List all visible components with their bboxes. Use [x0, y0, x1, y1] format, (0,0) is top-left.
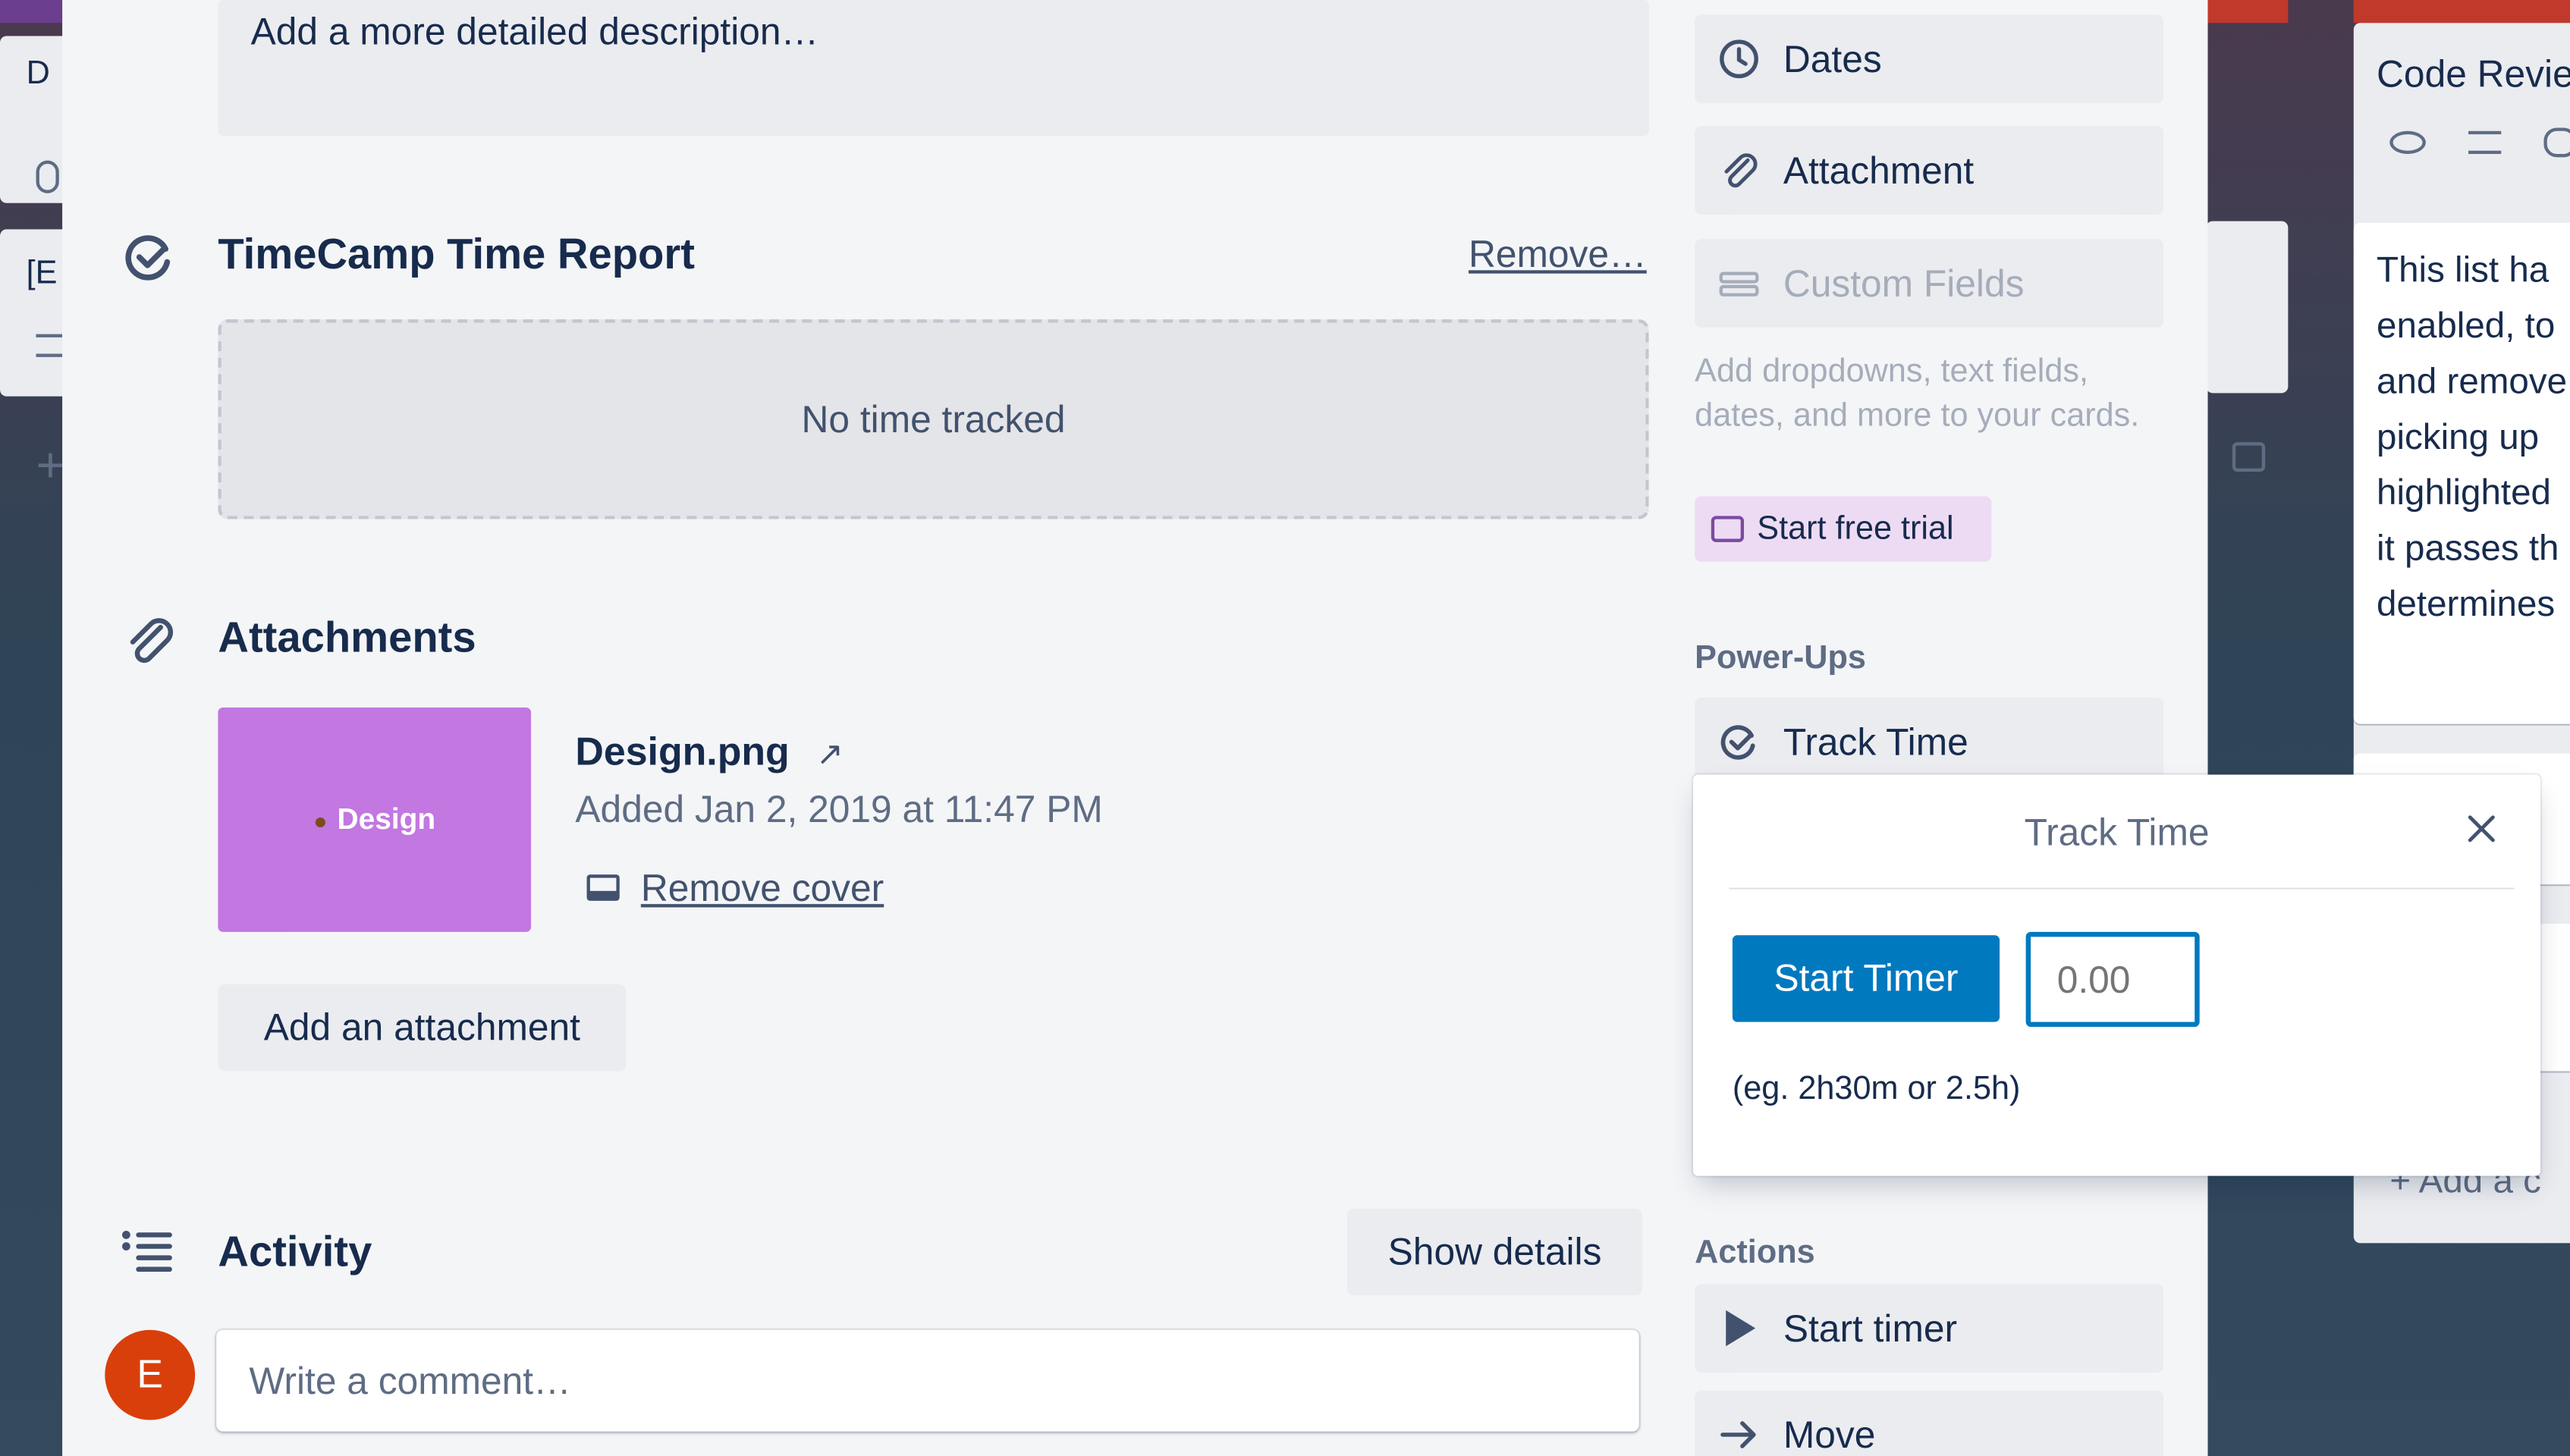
track-time-popover: Track Time Start Timer (eg. 2h30m or 2.5…: [1693, 774, 2541, 1176]
description-line: picking up: [2377, 416, 2540, 457]
list-description-text: This list ha enabled, to and remove pick…: [2377, 243, 2567, 632]
list-header-accent: [2206, 0, 2289, 24]
left-list-header-bar: [0, 0, 63, 24]
start-timer-action-label: Start timer: [1783, 1306, 1958, 1349]
comment-icon: [2543, 127, 2570, 158]
track-time-button[interactable]: Track Time: [1695, 698, 2164, 786]
start-free-trial-label: Start free trial: [1757, 510, 1954, 547]
custom-fields-button[interactable]: Custom Fields: [1695, 239, 2164, 328]
paperclip-icon: [130, 618, 174, 664]
timecamp-report-box: No time tracked: [218, 319, 1649, 519]
list-header-accent: [2353, 0, 2570, 24]
time-format-hint: (eg. 2h30m or 2.5h): [1732, 1071, 2021, 1107]
description-line: determines: [2377, 582, 2556, 624]
description-line: enabled, to: [2377, 304, 2556, 346]
right-board-card[interactable]: [2206, 221, 2289, 394]
paperclip-icon: [1717, 149, 1760, 192]
remove-cover-link[interactable]: Remove cover: [641, 866, 884, 910]
start-free-trial-button[interactable]: Start free trial: [1695, 496, 1992, 562]
add-attachment-label: Add an attachment: [263, 1006, 580, 1049]
description-line: This list ha: [2377, 249, 2550, 290]
description-editor[interactable]: Add a more detailed description…: [218, 0, 1649, 136]
start-timer-action-button[interactable]: Start timer: [1695, 1284, 2164, 1373]
track-time-label: Track Time: [1783, 720, 1968, 763]
paperclip-icon: [36, 160, 59, 193]
dates-button[interactable]: Dates: [1695, 14, 2164, 104]
left-card-title: D: [26, 55, 50, 92]
palette-icon: ●: [313, 806, 328, 833]
attachment-label: Attachment: [1783, 148, 1975, 191]
dates-label: Dates: [1783, 36, 1882, 80]
move-label: Move: [1783, 1412, 1876, 1455]
timecamp-section-title: TimeCamp Time Report: [218, 229, 695, 279]
comment-input[interactable]: Write a comment…: [216, 1329, 1639, 1432]
attachment-file-name[interactable]: Design.png: [575, 730, 789, 776]
start-timer-label: Start Timer: [1774, 956, 1959, 999]
list-title[interactable]: Code Revie: [2377, 52, 2570, 96]
briefcase-icon: [1711, 516, 1744, 542]
timecamp-remove-link[interactable]: Remove…: [1469, 233, 1647, 277]
close-icon[interactable]: [2460, 808, 2502, 850]
activity-section-title: Activity: [218, 1226, 372, 1276]
attachment-button[interactable]: Attachment: [1695, 126, 2164, 215]
show-details-label: Show details: [1387, 1229, 1602, 1273]
description-placeholder: Add a more detailed description…: [250, 9, 819, 53]
avatar-initial: E: [137, 1351, 163, 1397]
timecamp-icon: [1717, 720, 1760, 763]
thumbnail-label: Design: [337, 802, 436, 836]
custom-fields-icon: [1717, 262, 1760, 305]
description-line: and remove: [2377, 360, 2568, 402]
popover-title: Track Time: [2024, 811, 2210, 854]
actions-heading: Actions: [1695, 1235, 1815, 1271]
move-button[interactable]: Move: [1695, 1390, 2164, 1456]
popover-divider: [1729, 887, 2515, 890]
eye-icon: [2389, 130, 2426, 155]
attachments-section-title: Attachments: [218, 612, 476, 662]
screen-stage: D [E + Code Revie This list ha enabled, …: [0, 0, 2570, 1456]
plus-icon[interactable]: +: [36, 441, 65, 491]
play-icon: [1717, 1307, 1760, 1349]
card-cover-icon[interactable]: [2232, 442, 2266, 472]
comment-placeholder: Write a comment…: [249, 1359, 571, 1402]
show-details-button[interactable]: Show details: [1347, 1208, 1643, 1296]
clock-icon: [1717, 38, 1760, 80]
no-time-tracked-text: No time tracked: [801, 397, 1066, 440]
attachment-added-date: Added Jan 2, 2019 at 11:47 PM: [575, 787, 1103, 830]
activity-icon: [121, 1231, 172, 1272]
description-icon: [2468, 130, 2502, 155]
list-description-card[interactable]: This list ha enabled, to and remove pick…: [2353, 222, 2570, 724]
timecamp-icon: [125, 235, 171, 281]
time-input[interactable]: [2025, 931, 2200, 1028]
powerups-heading: Power-Ups: [1695, 640, 1866, 676]
avatar[interactable]: E: [105, 1329, 196, 1420]
external-link-icon[interactable]: ↗: [816, 734, 844, 775]
custom-fields-label: Custom Fields: [1783, 261, 2025, 304]
add-attachment-button[interactable]: Add an attachment: [218, 984, 627, 1072]
cover-icon: [586, 874, 620, 901]
description-icon: [36, 334, 63, 357]
card-detail-modal: Add a more detailed description… TimeCam…: [62, 0, 2208, 1456]
description-line: highlighted: [2377, 472, 2552, 513]
arrow-right-icon: [1717, 1414, 1760, 1456]
description-line: it passes th: [2377, 527, 2559, 569]
right-board: Code Revie This list ha enabled, to and …: [2206, 0, 2570, 1456]
left-card-title: [E: [26, 255, 58, 292]
custom-fields-description: Add dropdowns, text fields, dates, and m…: [1695, 353, 2140, 435]
attachment-thumbnail[interactable]: ● Design: [218, 708, 532, 932]
start-timer-button[interactable]: Start Timer: [1732, 935, 2000, 1022]
